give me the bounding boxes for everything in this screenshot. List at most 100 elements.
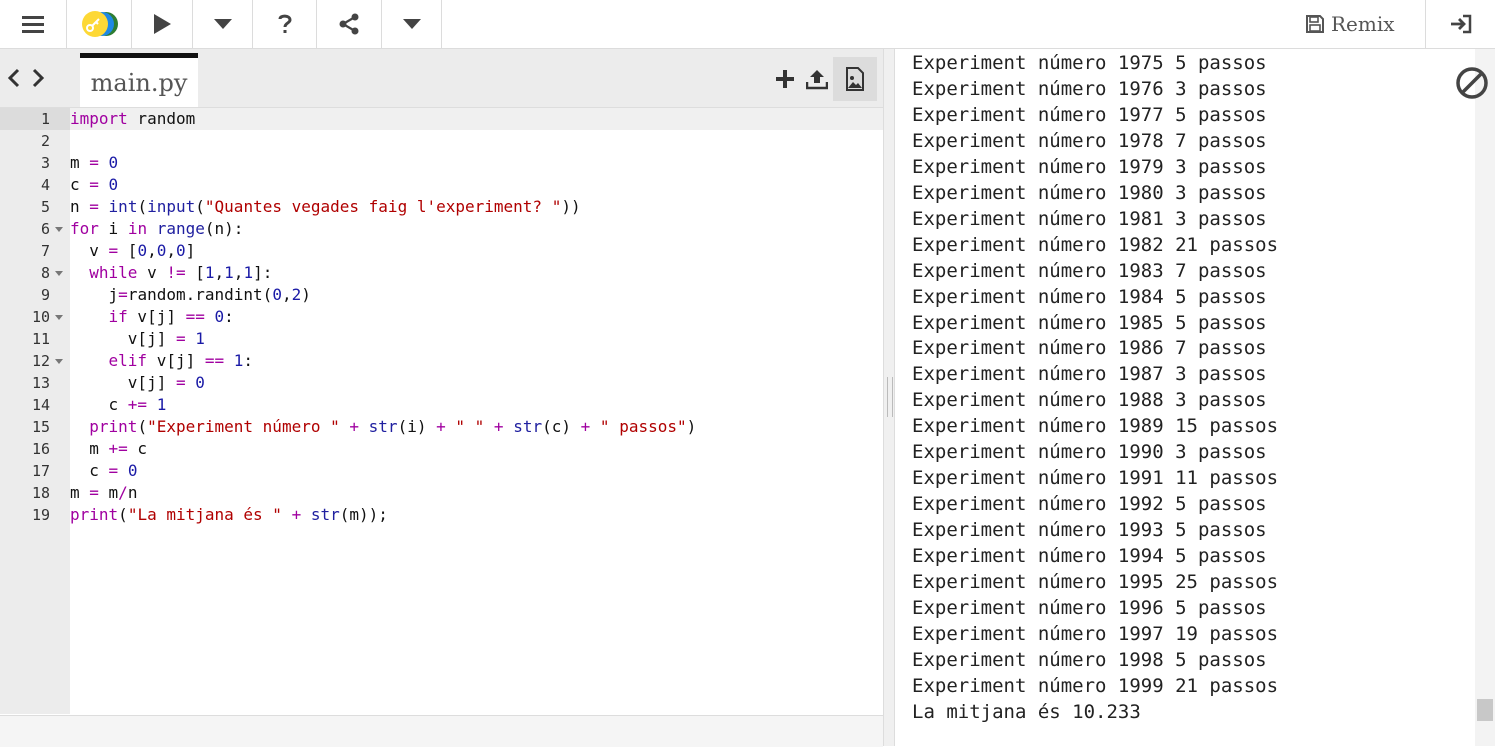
code-token: += xyxy=(127,395,148,414)
console-scrollbar[interactable] xyxy=(1475,49,1495,746)
code-token: + xyxy=(493,417,504,436)
remix-button[interactable]: Remix xyxy=(1305,0,1395,48)
chevron-left-icon[interactable] xyxy=(6,67,22,89)
console-output-line: Experiment número 1984 5 passos xyxy=(912,285,1267,308)
code-token: [ xyxy=(185,263,205,282)
code-token: c xyxy=(127,439,148,458)
code-line[interactable]: c = 0 xyxy=(70,174,883,196)
help-button[interactable] xyxy=(253,0,317,48)
share-options-button[interactable] xyxy=(382,0,442,48)
code-token: : xyxy=(243,351,254,370)
code-line[interactable]: j=random.randint(0,2) xyxy=(70,284,883,306)
code-line[interactable]: c = 0 xyxy=(70,460,883,482)
code-token: v xyxy=(70,241,109,260)
code-line[interactable] xyxy=(70,130,883,152)
code-token: 1 xyxy=(204,263,215,282)
menu-icon xyxy=(22,16,44,33)
console-output-line: Experiment número 1987 3 passos xyxy=(912,363,1267,386)
line-number-gutter: 1 2 3 4 5 6 7 8 9 10 11 12 13 14 15 16 17 18 19 xyxy=(0,108,70,714)
code-token: str xyxy=(310,505,340,524)
code-token: = xyxy=(89,175,99,194)
fold-toggle-icon[interactable] xyxy=(55,227,63,232)
code-token: n xyxy=(70,197,90,216)
code-token: v[j] xyxy=(147,351,205,370)
code-token: 1 xyxy=(156,395,167,414)
code-token: v[j] xyxy=(127,307,186,326)
console-output-line: Experiment número 1996 5 passos xyxy=(912,596,1267,619)
code-token: input xyxy=(147,197,196,216)
code-line[interactable]: v[j] = 1 xyxy=(70,328,883,350)
chevron-down-icon xyxy=(213,19,232,29)
code-token: m xyxy=(70,153,90,172)
fold-toggle-icon[interactable] xyxy=(55,271,63,276)
code-token: 0 xyxy=(195,373,205,392)
fold-toggle-icon[interactable] xyxy=(55,359,63,364)
login-button[interactable] xyxy=(1425,0,1495,48)
code-line[interactable]: print("Experiment número " + str(i) + " … xyxy=(70,416,883,438)
console-output-line: Experiment número 1978 7 passos xyxy=(912,129,1267,152)
console-output-line: Experiment número 1993 5 passos xyxy=(912,519,1267,542)
code-line[interactable]: m = m/n xyxy=(70,482,883,504)
code-token: m xyxy=(70,483,90,502)
chevron-right-icon[interactable] xyxy=(30,67,46,89)
code-line[interactable]: for i in range(n): xyxy=(70,218,883,240)
line-number: 7 xyxy=(40,242,50,260)
code-token: = xyxy=(108,461,119,480)
splitter-grip[interactable] xyxy=(887,377,893,417)
code-line[interactable]: n = int(input("Quantes vegades faig l'ex… xyxy=(70,196,883,218)
code-line[interactable]: m += c xyxy=(70,438,883,460)
console-output-line: Experiment número 1977 5 passos xyxy=(912,103,1267,126)
code-token: j xyxy=(70,285,119,304)
run-button[interactable] xyxy=(132,0,193,48)
remix-label: Remix xyxy=(1331,12,1395,36)
add-file-button[interactable] xyxy=(769,57,801,101)
code-token: i xyxy=(98,219,128,238)
editor-actions xyxy=(769,57,877,101)
console-output-line: Experiment número 1986 7 passos xyxy=(912,337,1267,360)
code-token: = xyxy=(108,241,119,260)
code-token: == xyxy=(185,307,205,326)
code-token: + xyxy=(580,417,591,436)
code-token: ( xyxy=(118,505,128,524)
top-toolbar: Remix xyxy=(0,0,1495,49)
code-token: ]: xyxy=(253,263,273,282)
scrollbar-thumb[interactable] xyxy=(1477,699,1493,721)
upload-file-button[interactable] xyxy=(801,57,833,101)
code-line[interactable]: if v[j] == 0: xyxy=(70,306,883,328)
code-token: 2 xyxy=(291,285,302,304)
code-token: , xyxy=(233,263,244,282)
code-line[interactable]: v[j] = 0 xyxy=(70,372,883,394)
pane-splitter[interactable] xyxy=(883,49,895,746)
run-options-button[interactable] xyxy=(193,0,253,48)
code-token: " " xyxy=(455,417,485,436)
output-console: Experiment número 1975 5 passos Experimen… xyxy=(896,49,1495,746)
code-line[interactable]: while v != [1,1,1]: xyxy=(70,262,883,284)
menu-button[interactable] xyxy=(0,0,67,48)
code-line[interactable]: import random xyxy=(70,108,883,130)
editor-status-bar xyxy=(0,715,883,747)
fold-toggle-icon[interactable] xyxy=(55,315,63,320)
code-token: 1 xyxy=(243,263,254,282)
image-library-button[interactable] xyxy=(833,57,877,101)
code-line[interactable]: print("La mitjana és " + str(m)); xyxy=(70,504,883,526)
code-line[interactable]: m = 0 xyxy=(70,152,883,174)
share-button[interactable] xyxy=(317,0,382,48)
image-icon xyxy=(846,67,864,91)
code-line[interactable]: elif v[j] == 1: xyxy=(70,350,883,372)
code-token: 0 xyxy=(127,461,138,480)
code-line[interactable]: c += 1 xyxy=(70,394,883,416)
clear-console-button[interactable] xyxy=(1455,66,1489,100)
tab-main-py[interactable]: main.py xyxy=(80,53,198,107)
console-output-line: Experiment número 1979 3 passos xyxy=(912,155,1267,178)
code-editor[interactable]: import random m = 0c = 0n = int(input("Qu… xyxy=(70,108,883,714)
code-line[interactable]: v = [0,0,0] xyxy=(70,240,883,262)
code-token: in xyxy=(127,219,148,238)
project-logo-button[interactable] xyxy=(67,0,132,48)
code-token: n xyxy=(127,483,138,502)
code-token: 1 xyxy=(224,263,234,282)
